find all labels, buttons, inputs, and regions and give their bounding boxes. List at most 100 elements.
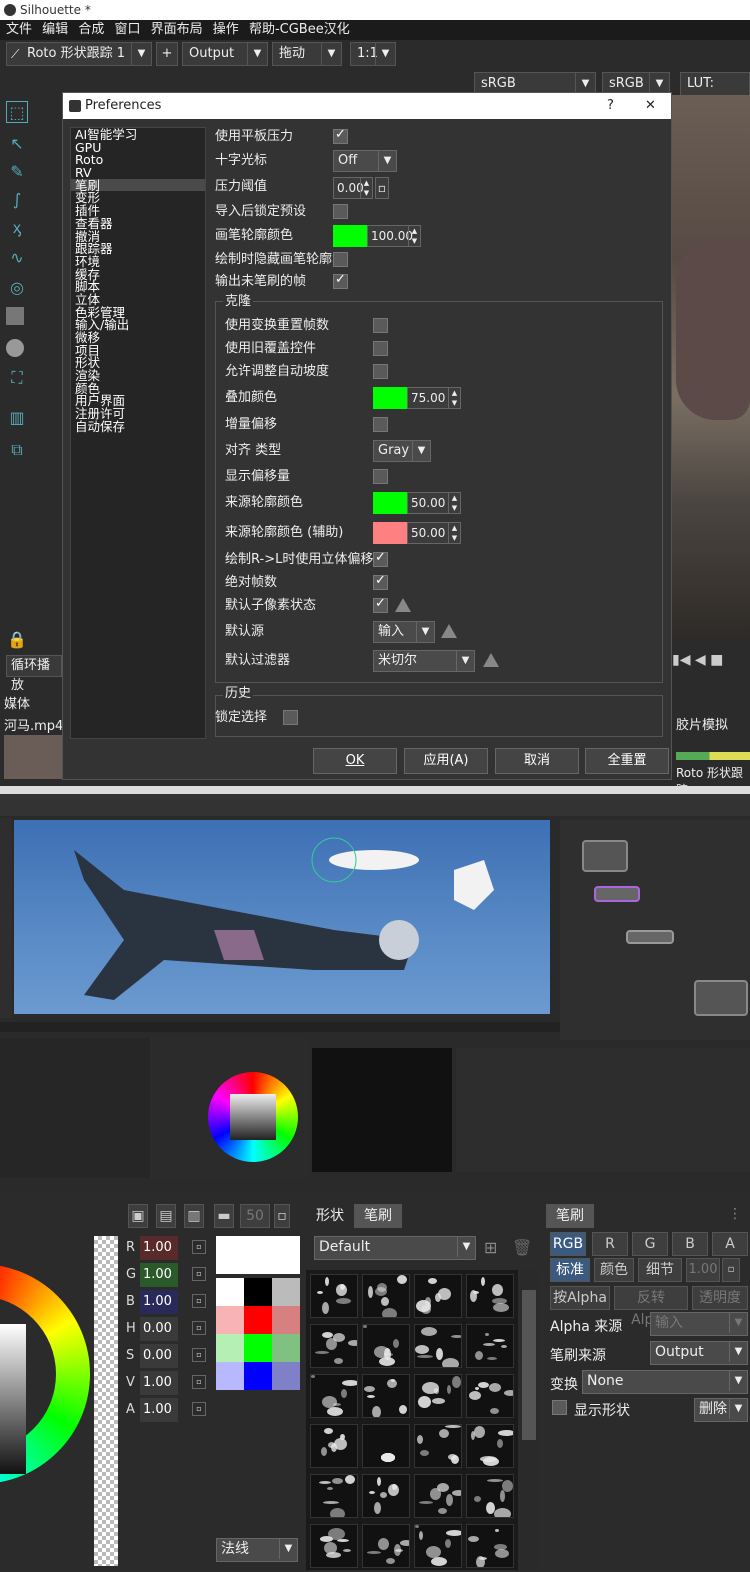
channel-reset-icon[interactable]: ▫ — [192, 1240, 206, 1254]
auto-slope-checkbox[interactable] — [373, 364, 388, 379]
category-item[interactable]: 查看器 — [71, 217, 205, 230]
output-frames-checkbox[interactable] — [333, 272, 348, 289]
spin-arrows-icon[interactable]: ▲ ▼ — [448, 493, 460, 513]
mode-normal-button[interactable]: 标准 — [550, 1258, 590, 1282]
increment-offset-checkbox[interactable] — [373, 417, 388, 432]
roto-node-select[interactable]: ⟋ Roto 形状跟踪 1 ▼ — [6, 42, 152, 66]
brush-grid-scrollbar[interactable] — [520, 1270, 538, 1570]
by-alpha-button[interactable]: 按Alpha — [550, 1286, 610, 1310]
tab-brush-settings[interactable]: 笔刷 — [546, 1204, 594, 1228]
channel-value-input[interactable]: 0.00 — [140, 1344, 178, 1368]
palette-swatch[interactable] — [272, 1278, 300, 1306]
brush-preset-thumbnail[interactable] — [414, 1324, 462, 1368]
old-overlay-checkbox[interactable] — [373, 341, 388, 356]
ok-button[interactable]: OK — [313, 748, 397, 774]
xspline-tool-icon[interactable]: ᶍ — [6, 217, 28, 239]
brush-preset-thumbnail[interactable] — [310, 1474, 358, 1518]
show-shape-checkbox[interactable] — [552, 1400, 567, 1415]
bspline-tool-icon[interactable]: ∿ — [6, 247, 28, 269]
overlay-opacity-input[interactable]: 75.00 ▲ ▼ — [407, 387, 461, 409]
brush-preset-thumbnail[interactable] — [414, 1424, 462, 1468]
palette-swatch[interactable] — [216, 1334, 244, 1362]
tab-brush[interactable]: 笔刷 — [354, 1204, 402, 1228]
category-item[interactable]: RV — [71, 166, 205, 179]
brush-preset-thumbnail[interactable] — [362, 1424, 410, 1468]
curve-tool-icon[interactable]: ∫ — [6, 189, 28, 211]
b-channel-button[interactable]: B — [672, 1232, 708, 1256]
delete-select[interactable]: 删除 ▼ — [694, 1398, 748, 1422]
channel-reset-icon[interactable]: ▫ — [192, 1375, 206, 1389]
channel-reset-icon[interactable]: ▫ — [192, 1348, 206, 1362]
brush-shape4-icon[interactable]: ▬ — [214, 1204, 234, 1228]
brush-preset-thumbnail[interactable] — [310, 1324, 358, 1368]
lock-selection-checkbox[interactable] — [283, 710, 298, 725]
brush-shape-icon[interactable]: ▣ — [128, 1204, 148, 1228]
spin-arrows-icon[interactable]: ▲ ▼ — [360, 178, 372, 198]
channel-value-input[interactable]: 1.00 — [140, 1398, 178, 1422]
palette-swatch[interactable] — [272, 1306, 300, 1334]
brush-preset-thumbnail[interactable] — [310, 1424, 358, 1468]
align-type-select[interactable]: Gray ▼ — [373, 440, 431, 462]
media-thumbnail[interactable] — [4, 735, 62, 779]
menu-edit[interactable]: 编辑 — [42, 22, 68, 37]
cancel-button[interactable]: 取消 — [495, 748, 579, 774]
absolute-frames-checkbox[interactable] — [373, 573, 388, 590]
menu-help[interactable]: 帮助-CGBee汉化 — [249, 22, 350, 37]
palette-swatch[interactable] — [244, 1306, 272, 1334]
lock-preset-checkbox[interactable] — [333, 204, 348, 219]
brush-preset-thumbnail[interactable] — [310, 1374, 358, 1418]
palette-swatch[interactable] — [216, 1278, 244, 1306]
brush-preset-thumbnail[interactable] — [466, 1274, 514, 1318]
brush-preset-thumbnail[interactable] — [362, 1374, 410, 1418]
loop-play-button[interactable]: 循环播放 — [6, 655, 62, 693]
add-preset-icon[interactable]: ⊞ — [484, 1238, 497, 1257]
menu-actions[interactable]: 操作 — [213, 22, 239, 37]
channel-value-input[interactable]: 1.00 — [140, 1236, 178, 1260]
brush-preset-thumbnail[interactable] — [414, 1274, 462, 1318]
apply-button[interactable]: 应用(A) — [404, 748, 488, 774]
pressure-reset-button[interactable]: ▫ — [375, 177, 389, 199]
ellipse-tool-icon[interactable] — [6, 339, 24, 357]
playback-controls[interactable]: ▮◀ ◀ ■ — [672, 652, 750, 674]
brush-preset-thumbnail[interactable] — [414, 1524, 462, 1568]
show-offset-checkbox[interactable] — [373, 469, 388, 484]
alpha-source-select[interactable]: 输入 ▼ — [650, 1312, 748, 1336]
rectangle-tool-icon[interactable] — [6, 307, 24, 325]
tab-shape[interactable]: 形状 — [306, 1204, 354, 1228]
pointer-tool-icon[interactable]: ↖ — [6, 133, 28, 155]
palette-swatch[interactable] — [244, 1278, 272, 1306]
brush-preset-thumbnail[interactable] — [414, 1474, 462, 1518]
menu-window[interactable]: 窗口 — [114, 22, 140, 37]
brush-preset-thumbnail[interactable] — [362, 1274, 410, 1318]
r-channel-button[interactable]: R — [592, 1232, 628, 1256]
brush-preset-thumbnail[interactable] — [466, 1374, 514, 1418]
select-tool-icon[interactable]: ⬚ — [6, 101, 28, 123]
spin-arrows-icon[interactable]: ▲ ▼ — [408, 226, 420, 246]
zoom-select[interactable]: 1:1 ▼ — [350, 42, 396, 66]
trash-icon[interactable]: 🗑 — [512, 1238, 532, 1257]
opacity-button[interactable]: 透明度 — [692, 1286, 748, 1310]
mode-detail-button[interactable]: 细节 — [638, 1258, 682, 1282]
size-reset-icon[interactable]: ▫ — [274, 1204, 290, 1228]
brush-preset-select[interactable]: Default ▼ — [314, 1236, 476, 1260]
hide-outline-checkbox[interactable] — [333, 252, 348, 267]
subpixel-checkbox[interactable] — [373, 596, 388, 613]
category-item[interactable]: 微移 — [71, 331, 205, 344]
clip-tool-icon[interactable]: ▥ — [6, 407, 28, 429]
magnet-tool-icon[interactable]: ◎ — [6, 277, 28, 299]
a-channel-button[interactable]: A — [712, 1232, 748, 1256]
default-filter-select[interactable]: 米切尔 ▼ — [373, 650, 475, 672]
film-emulation-tab[interactable]: 胶片模拟 — [676, 714, 728, 733]
crosshair-select[interactable]: Off ▼ — [333, 150, 397, 172]
channel-reset-icon[interactable]: ▫ — [192, 1267, 206, 1281]
color-value-square[interactable] — [0, 1324, 26, 1474]
spin-arrows-icon[interactable]: ▲ ▼ — [448, 388, 460, 408]
channel-value-input[interactable]: 1.00 — [140, 1290, 178, 1314]
alpha-slider[interactable] — [94, 1236, 118, 1566]
reset-all-button[interactable]: 全重置 — [585, 748, 669, 774]
palette-swatch[interactable] — [244, 1334, 272, 1362]
menu-layout[interactable]: 界面布局 — [151, 22, 203, 37]
stereo-offset-checkbox[interactable] — [373, 550, 388, 567]
outline-color-swatch[interactable] — [333, 225, 367, 247]
help-button[interactable]: ? — [607, 93, 614, 119]
